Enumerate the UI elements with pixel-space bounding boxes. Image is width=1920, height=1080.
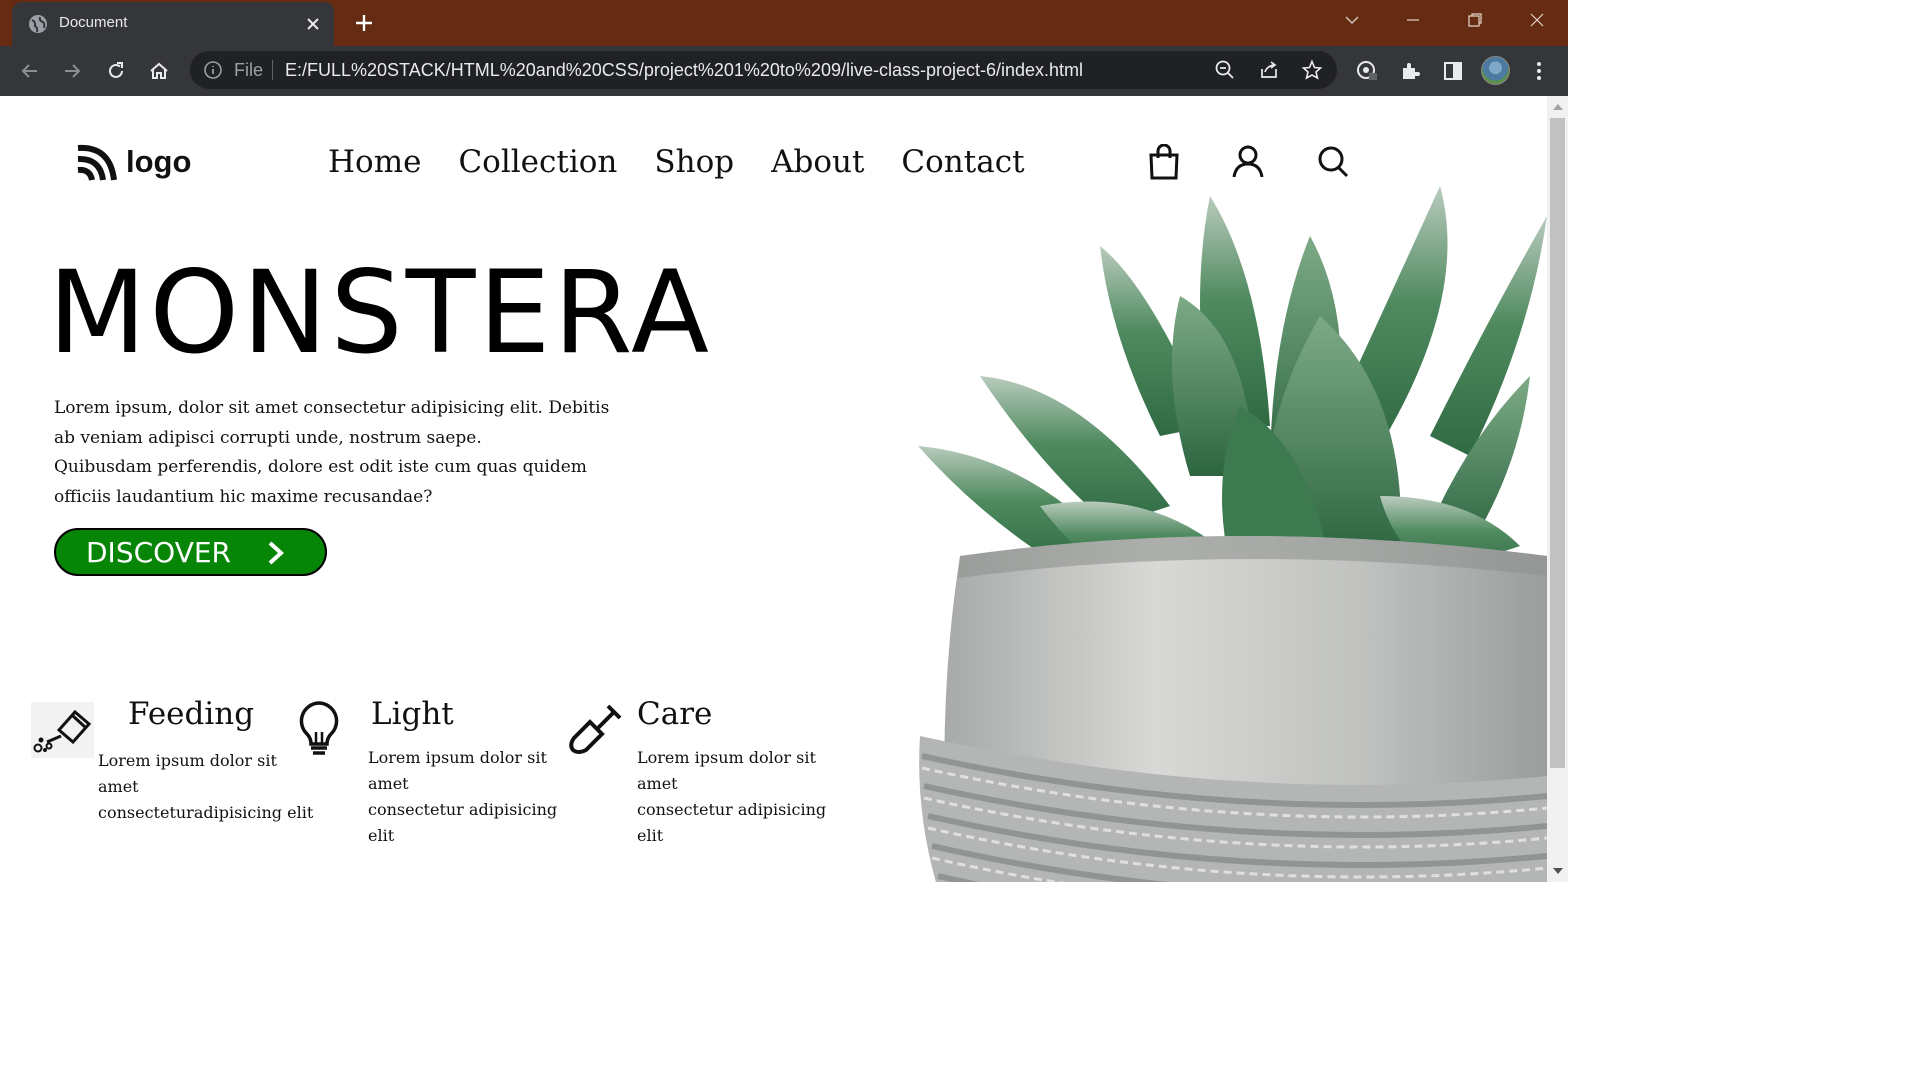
feature-description: Lorem ipsum dolor sit amet consecteturad…	[98, 748, 318, 826]
browser-tab[interactable]: Document	[12, 2, 334, 46]
feature-text-line: Lorem ipsum dolor sit amet	[368, 748, 547, 793]
feature-title: Feeding	[128, 696, 255, 732]
feature-text-line: Lorem ipsum dolor sit amet	[637, 748, 816, 793]
feature-text-line: consectetur adipisicing elit	[368, 800, 558, 845]
chevron-right-icon	[268, 541, 284, 565]
menu-button[interactable]	[1525, 57, 1553, 85]
feature-description: Lorem ipsum dolor sit amet consectetur a…	[368, 745, 588, 849]
nav-link-contact[interactable]: Contact	[901, 144, 1024, 180]
address-bar[interactable]: File E:/FULL%20STACK/HTML%20and%20CSS/pr…	[190, 51, 1337, 89]
side-panel-icon	[1444, 62, 1462, 80]
home-button[interactable]	[145, 57, 173, 85]
minimize-icon	[1407, 19, 1419, 21]
watering-can-icon	[31, 702, 94, 758]
share-icon[interactable]	[1258, 59, 1280, 81]
feature-text-line: consectetur adipisicing elit	[637, 800, 827, 845]
extension-badge-icon	[1357, 61, 1377, 80]
feature-title: Light	[371, 696, 454, 732]
nav-link-home[interactable]: Home	[328, 144, 421, 180]
site-logo[interactable]: logo	[76, 142, 191, 182]
nav-link-about[interactable]: About	[771, 144, 864, 180]
extension-button[interactable]	[1353, 57, 1381, 85]
forward-button[interactable]	[58, 57, 86, 85]
profile-avatar[interactable]	[1481, 56, 1510, 85]
succulent-pot-image	[910, 176, 1547, 882]
new-tab-icon[interactable]	[352, 11, 376, 35]
scroll-down-arrow-icon[interactable]	[1553, 868, 1563, 874]
rss-logo-icon	[77, 144, 117, 181]
hero-description: Lorem ipsum, dolor sit amet consectetur …	[54, 394, 614, 512]
back-button[interactable]	[16, 57, 44, 85]
reload-button[interactable]	[102, 57, 130, 85]
arrow-right-icon	[65, 64, 81, 78]
main-nav: Home Collection Shop About Contact	[328, 144, 1025, 180]
tab-search-icon[interactable]	[1340, 10, 1364, 30]
hero-paragraph: Lorem ipsum, dolor sit amet consectetur …	[54, 398, 610, 448]
side-panel-button[interactable]	[1439, 57, 1467, 85]
home-icon	[150, 62, 168, 79]
vertical-scrollbar[interactable]	[1547, 96, 1568, 882]
bookmark-star-icon[interactable]	[1301, 59, 1323, 81]
discover-button[interactable]: DISCOVER	[54, 528, 327, 576]
tab-title: Document	[59, 14, 128, 31]
feature-text-line: Lorem ipsum dolor sit amet	[98, 751, 277, 796]
address-divider	[272, 60, 273, 80]
browser-toolbar: File E:/FULL%20STACK/HTML%20and%20CSS/pr…	[0, 46, 1568, 96]
minimize-button[interactable]	[1382, 0, 1444, 40]
globe-icon	[28, 14, 48, 34]
shovel-icon	[568, 700, 624, 756]
restore-icon	[1468, 13, 1482, 27]
restore-button[interactable]	[1444, 0, 1506, 40]
address-scheme-label: File	[234, 60, 264, 80]
light-bulb-icon	[296, 700, 342, 758]
user-icon[interactable]	[1231, 144, 1265, 180]
close-tab-icon[interactable]	[302, 13, 324, 35]
puzzle-icon	[1403, 63, 1420, 79]
scroll-up-arrow-icon[interactable]	[1553, 104, 1563, 110]
address-url[interactable]: E:/FULL%20STACK/HTML%20and%20CSS/project…	[285, 60, 1083, 81]
close-icon	[1530, 13, 1544, 27]
reload-icon	[109, 62, 123, 78]
feature-title: Care	[637, 696, 713, 732]
scroll-thumb[interactable]	[1550, 118, 1565, 768]
nav-link-shop[interactable]: Shop	[654, 144, 734, 180]
search-icon[interactable]	[1316, 144, 1350, 180]
nav-link-collection[interactable]: Collection	[458, 144, 617, 180]
more-vertical-icon	[1537, 62, 1541, 80]
hero-title: MONSTERA	[48, 246, 712, 379]
feature-text-line: consecteturadipisicing elit	[98, 803, 314, 822]
discover-button-label: DISCOVER	[86, 535, 231, 569]
feature-description: Lorem ipsum dolor sit amet consectetur a…	[637, 745, 857, 849]
zoom-out-icon[interactable]	[1214, 59, 1236, 81]
logo-text: logo	[126, 144, 192, 179]
extensions-button[interactable]	[1396, 57, 1424, 85]
browser-tab-strip: Document	[0, 0, 1568, 46]
arrow-left-icon	[21, 64, 37, 78]
hero-paragraph: Quibusdam perferendis, dolore est odit i…	[54, 457, 587, 507]
info-icon[interactable]	[203, 60, 223, 80]
shopping-bag-icon[interactable]	[1147, 143, 1181, 180]
page-viewport: logo Home Collection Shop About Contact …	[0, 96, 1547, 882]
close-window-button[interactable]	[1506, 0, 1568, 40]
